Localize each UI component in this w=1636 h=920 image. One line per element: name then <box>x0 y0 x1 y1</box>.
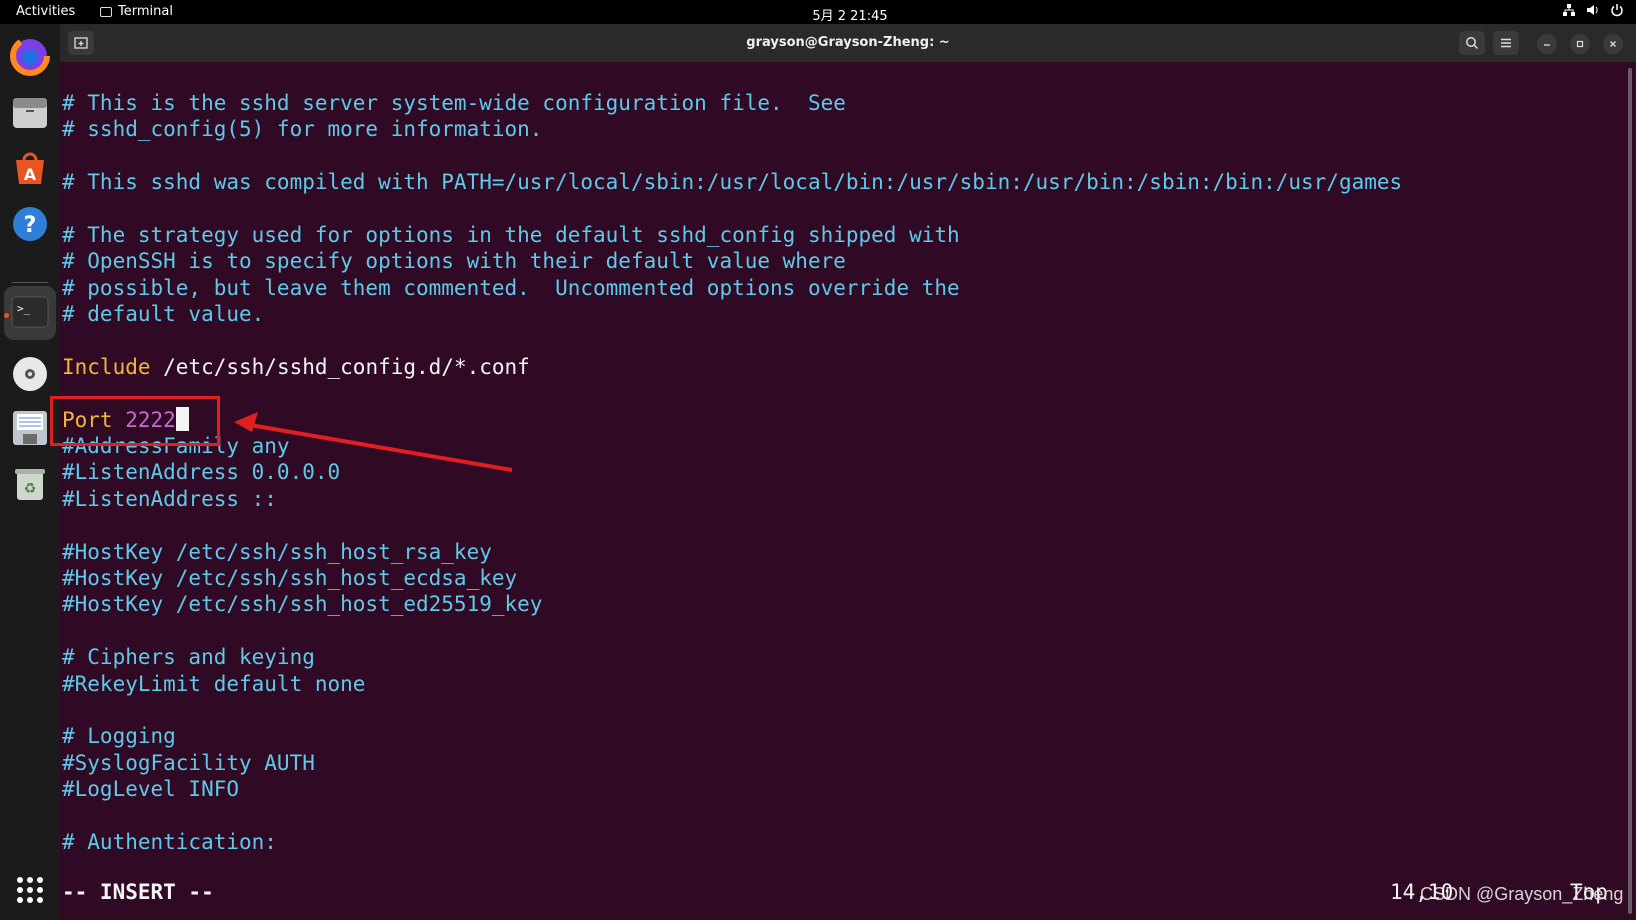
annotation-arrow <box>234 412 513 472</box>
